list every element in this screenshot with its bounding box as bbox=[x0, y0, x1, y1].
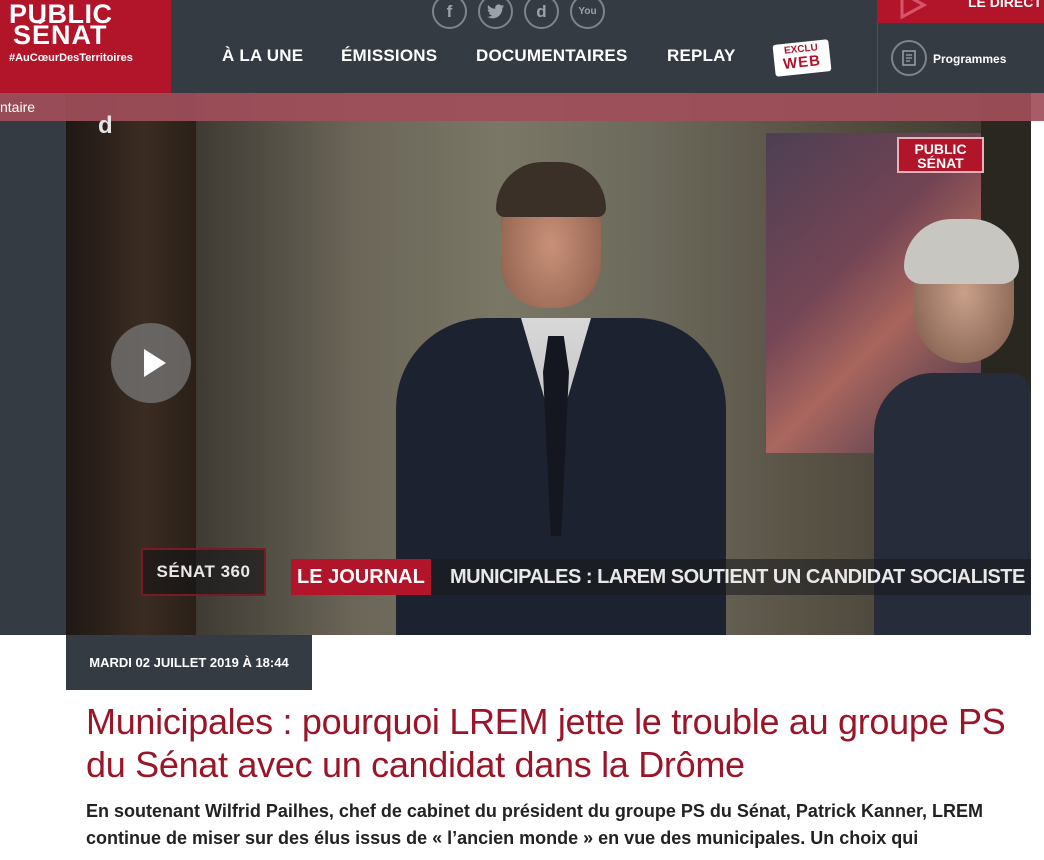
show-badge: SÉNAT 360 bbox=[141, 548, 266, 596]
overlay-strip-text: ntaire bbox=[0, 99, 36, 115]
person2-hair bbox=[904, 219, 1019, 284]
channel-logo-line2: SÉNAT bbox=[917, 155, 964, 171]
ticker-text: MUNICIPALES : LAREM SOUTIENT UN CANDIDAT… bbox=[450, 566, 1025, 588]
person-hair bbox=[496, 162, 606, 217]
live-label[interactable]: LE DIRECT bbox=[968, 0, 1042, 10]
article-lead: En soutenant Wilfrid Pailhes, chef de ca… bbox=[86, 801, 983, 848]
youtube-icon[interactable]: You bbox=[570, 0, 605, 29]
nav-replay[interactable]: REPLAY bbox=[667, 46, 736, 66]
dailymotion-watermark-icon: d bbox=[98, 112, 113, 139]
twitter-icon[interactable] bbox=[478, 0, 513, 29]
nav-emissions[interactable]: ÉMISSIONS bbox=[341, 46, 437, 66]
channel-logo-line1: PUBLIC bbox=[914, 141, 967, 157]
article-date: MARDI 02 JUILLET 2019 À 18:44 bbox=[66, 635, 312, 690]
twitter-bird-glyph bbox=[486, 3, 504, 18]
exclu-web-badge[interactable]: EXCLU WEB bbox=[770, 39, 832, 78]
play-icon bbox=[144, 349, 166, 377]
logo-tagline: #AuCœurDesTerritoires bbox=[9, 52, 133, 64]
top-header: PUBLIC SÉNAT #AuCœurDesTerritoires f d Y… bbox=[0, 0, 1044, 93]
dailymotion-icon[interactable]: d bbox=[524, 0, 559, 29]
logo-line2: SÉNAT bbox=[13, 20, 108, 50]
ticker-tag: LE JOURNAL bbox=[291, 559, 431, 595]
nav-documentaires[interactable]: DOCUMENTAIRES bbox=[476, 46, 628, 66]
overlay-strip bbox=[0, 93, 1044, 121]
play-button[interactable] bbox=[111, 323, 191, 403]
facebook-icon[interactable]: f bbox=[432, 0, 467, 29]
channel-logo: PUBLIC SÉNAT bbox=[897, 137, 984, 173]
left-dark-column bbox=[0, 93, 66, 635]
programmes-icon[interactable] bbox=[891, 40, 927, 76]
nav-a-la-une[interactable]: À LA UNE bbox=[222, 46, 303, 66]
article-headline: Municipales : pourquoi LREM jette le tro… bbox=[86, 701, 1006, 785]
live-play-icon bbox=[900, 0, 927, 20]
programmes-link[interactable]: Programmes bbox=[933, 52, 1006, 66]
person2-body bbox=[874, 373, 1031, 635]
programmes-glyph bbox=[902, 50, 916, 66]
public-senat-logo[interactable]: PUBLIC SÉNAT #AuCœurDesTerritoires bbox=[0, 0, 171, 93]
